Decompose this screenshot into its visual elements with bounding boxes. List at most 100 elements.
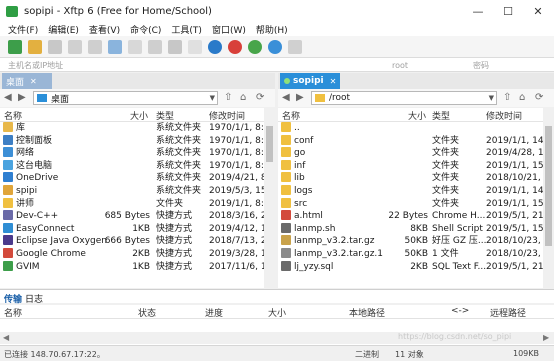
col-size[interactable]: 大小 (130, 109, 148, 122)
refresh-icon[interactable] (108, 39, 122, 54)
tab-desktop[interactable]: 桌面 ✕ (2, 73, 52, 89)
list-item[interactable]: OneDrive 系统文件夹 2019/4/21, 8: (0, 172, 270, 185)
cell-mtime: 1970/1/1, 8:0 (209, 160, 270, 171)
help-icon[interactable] (268, 39, 282, 54)
disconnect-icon[interactable] (48, 39, 62, 54)
globe-icon[interactable] (208, 39, 222, 54)
list-item[interactable]: Eclipse Java Oxygen 666 Bytes 快捷方式 2018/7/1… (0, 235, 272, 248)
username-input[interactable]: root (392, 59, 447, 71)
tab-transfer[interactable]: 传输 (4, 292, 22, 305)
filter-icon[interactable] (168, 39, 182, 54)
list-item[interactable]: a.html 22 Bytes Chrome H... 2019/5/1, 21:18 (278, 210, 554, 223)
col-type[interactable]: 类型 (156, 109, 174, 122)
list-item[interactable]: go文件夹2019/4/28, 19:57 (278, 147, 554, 160)
list-item[interactable]: inf 文件夹 2019/1/1, 15:15 (278, 159, 554, 173)
password-input[interactable]: 密码 (473, 59, 543, 71)
menu-command[interactable]: 命令(C) (130, 23, 161, 36)
scroll-left-icon[interactable]: ◀ (3, 333, 9, 342)
file-type-icon (281, 260, 291, 271)
list-item[interactable]: 这台电脑 系统文件夹 1970/1/1, 8:0 (0, 159, 270, 173)
new-session-icon[interactable] (8, 39, 22, 54)
close-button[interactable]: ✕ (523, 0, 553, 22)
scroll-right-icon[interactable]: ▶ (543, 333, 549, 342)
view-mode-icon[interactable] (188, 39, 202, 54)
list-item[interactable]: lanmp_v3.2.tar.gz 50KB 好压 GZ 压... 2018/10/2… (278, 235, 554, 248)
xshell-icon[interactable] (228, 39, 242, 54)
col-mtime[interactable]: 修改时间 (209, 109, 245, 122)
list-item[interactable]: spipi 系统文件夹 2019/5/3, 15: (0, 185, 270, 198)
col-name[interactable]: 名称 (282, 109, 300, 122)
back-icon[interactable]: ◀ (4, 92, 12, 103)
list-item[interactable]: lanmp_v3.2.tar.gz.150KB1 文件2018/10/23, 1… (278, 248, 554, 261)
cell-name: 控制面板 (16, 135, 53, 146)
list-item[interactable]: 讲师 文件夹 2019/1/1, 8: (0, 197, 264, 211)
delete-icon[interactable] (128, 39, 142, 54)
col-mtime[interactable]: 修改时间 (486, 109, 522, 122)
menu-tools[interactable]: 工具(T) (171, 23, 202, 36)
chevron-down-icon[interactable]: ▼ (489, 94, 494, 102)
list-item[interactable]: 库 系统文件夹 1970/1/1, 8:0 (0, 122, 270, 135)
open-folder-icon[interactable] (28, 39, 42, 54)
list-item[interactable]: src 文件夹 2019/1/1, 15:15 (278, 197, 554, 211)
scrollbar-thumb[interactable] (266, 126, 273, 162)
list-item[interactable]: logs 文件夹 2019/1/1, 14:32 (278, 185, 554, 198)
left-path-input[interactable]: 桌面 ▼ (33, 91, 218, 105)
menu-view[interactable]: 查看(V) (89, 23, 120, 36)
xmanager-icon[interactable] (248, 39, 262, 54)
host-input[interactable]: 主机名或IP地址 (8, 59, 148, 71)
list-item[interactable]: 网络 系统文件夹 1970/1/1, 8:0 (0, 147, 270, 160)
list-item[interactable]: 控制面板 系统文件夹 1970/1/1, 8:0 (0, 134, 270, 148)
tcol-status[interactable]: 状态 (138, 306, 156, 319)
tcol-local-path[interactable]: 本地路径 (349, 306, 385, 319)
menu-file[interactable]: 文件(F) (8, 23, 38, 36)
tcol-direction[interactable]: <-> (451, 306, 469, 316)
tcol-remote-path[interactable]: 远程路径 (490, 306, 526, 319)
menu-window[interactable]: 窗口(W) (212, 23, 246, 36)
list-item[interactable]: Dev-C++ 685 Bytes 快捷方式 2018/3/16, 22 (0, 210, 272, 223)
options-icon[interactable] (288, 39, 302, 54)
maximize-button[interactable]: ☐ (493, 0, 523, 22)
scrollbar-thumb[interactable] (545, 126, 552, 246)
list-item[interactable]: GVIM 1KB 快捷方式 2017/11/6, 1 (0, 260, 267, 274)
refresh-icon[interactable]: ⟳ (256, 92, 264, 103)
col-name[interactable]: 名称 (4, 109, 22, 122)
close-icon[interactable]: ✕ (30, 77, 37, 86)
list-item[interactable]: EasyConnect 1KB 快捷方式 2019/4/12, 15 (0, 222, 272, 236)
tab-sopipi[interactable]: sopipi ✕ (280, 73, 340, 89)
tcol-progress[interactable]: 进度 (205, 306, 223, 319)
home-icon[interactable]: ⌂ (519, 92, 525, 103)
left-scrollbar[interactable] (264, 108, 275, 288)
right-path-input[interactable]: /root ▼ (311, 91, 497, 105)
file-type-icon (3, 222, 13, 233)
list-item[interactable]: lib 文件夹 2018/10/21, 15: (278, 172, 554, 185)
list-item[interactable]: lanmp.sh 8KB Shell Script 2019/5/1, 15:13 (278, 222, 554, 236)
forward-icon[interactable]: ▶ (18, 92, 26, 103)
col-size[interactable]: 大小 (408, 109, 426, 122)
close-icon[interactable]: ✕ (330, 77, 337, 86)
menu-help[interactable]: 帮助(H) (256, 23, 288, 36)
refresh-icon[interactable]: ⟳ (535, 92, 543, 103)
minimize-button[interactable]: — (463, 0, 493, 22)
back-icon[interactable]: ◀ (282, 92, 290, 103)
tab-log[interactable]: 日志 (25, 292, 43, 305)
list-item[interactable]: .. (278, 122, 543, 135)
chevron-down-icon[interactable]: ▼ (210, 94, 215, 102)
list-item[interactable]: conf 文件夹 2019/1/1, 14:53 (278, 134, 554, 148)
list-item[interactable]: lj_yzy.sql 2KB SQL Text F... 2019/5/1, 21:2… (278, 260, 554, 274)
tcol-name[interactable]: 名称 (4, 306, 22, 319)
status-bar: 已连接 148.70.67.17:22。 二进制 11 对象 109KB htt… (0, 332, 554, 361)
forward-icon[interactable]: ▶ (296, 92, 304, 103)
properties-icon[interactable] (148, 39, 162, 54)
copy-icon[interactable] (68, 39, 82, 54)
up-folder-icon[interactable]: ⇧ (503, 92, 511, 103)
menu-edit[interactable]: 编辑(E) (48, 23, 79, 36)
right-scrollbar[interactable] (543, 108, 554, 288)
tcol-size[interactable]: 大小 (268, 306, 286, 319)
cell-type: 文件夹 (432, 198, 460, 209)
list-item[interactable]: Google Chrome 2KB 快捷方式 2019/3/28, 14 (0, 248, 272, 261)
col-type[interactable]: 类型 (432, 109, 450, 122)
up-folder-icon[interactable]: ⇧ (224, 92, 232, 103)
paste-icon[interactable] (88, 39, 102, 54)
cell-size: 2KB (132, 249, 150, 259)
home-icon[interactable]: ⌂ (240, 92, 246, 103)
